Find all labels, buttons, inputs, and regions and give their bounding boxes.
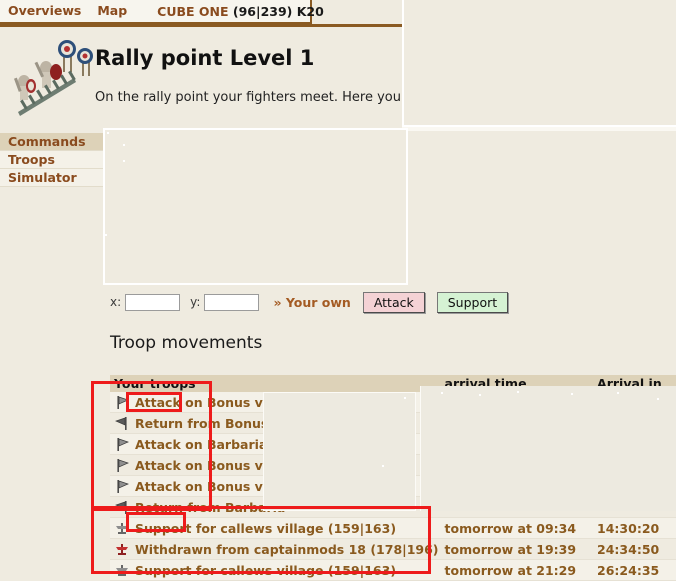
right-blank-panel-edge bbox=[402, 127, 676, 131]
target-coordinates-form: x: y: » Your own Attack Support bbox=[110, 290, 520, 314]
attack-flag-icon bbox=[114, 395, 130, 409]
arrival-time-cell: tomorrow at 21:29 bbox=[440, 559, 594, 581]
right-blank-panel bbox=[402, 0, 676, 127]
support-button[interactable]: Support bbox=[436, 291, 509, 313]
return-flag-icon bbox=[114, 500, 130, 514]
movement-label[interactable]: Withdrawn from captainmods 18 (178|196) bbox=[135, 542, 439, 557]
your-own-link[interactable]: » Your own bbox=[273, 295, 350, 310]
arrival-in-cell: 24:34:50 bbox=[593, 538, 676, 560]
current-village-label[interactable]: CUBE ONE (96|239) K20 bbox=[135, 4, 324, 19]
rally-point-troops-icon bbox=[14, 40, 93, 116]
arrival-time-cell: tomorrow at 19:39 bbox=[440, 538, 594, 560]
arrival-in-cell: 14:30:20 bbox=[593, 517, 676, 539]
attack-flag-icon bbox=[114, 458, 130, 472]
panel-fleck bbox=[107, 132, 109, 134]
panel-fleck bbox=[105, 234, 107, 236]
commands-content-panel bbox=[103, 128, 408, 285]
panel-fleck bbox=[123, 144, 125, 146]
overlay-fleck bbox=[441, 392, 443, 394]
movement-cell: Support for callews village (159|163) bbox=[110, 559, 441, 581]
sidebar-item-troops[interactable]: Troops bbox=[0, 151, 103, 169]
movement-label[interactable]: Support for callews village (159|163) bbox=[135, 521, 396, 536]
movement-cell: Withdrawn from captainmods 18 (178|196) bbox=[110, 538, 441, 560]
attack-flag-icon bbox=[114, 479, 130, 493]
overlay-fleck bbox=[657, 398, 659, 400]
y-label: y: bbox=[190, 295, 201, 309]
village-coordinates: (96|239) K20 bbox=[232, 3, 324, 19]
overlay-fleck bbox=[517, 391, 519, 393]
overlay-fleck bbox=[479, 394, 481, 396]
movement-cell: Support for callews village (159|163) bbox=[110, 517, 441, 539]
troop-movements-heading: Troop movements bbox=[110, 333, 263, 353]
withdraw-shield-icon bbox=[114, 543, 130, 556]
overlay-fleck bbox=[617, 392, 619, 394]
return-flag-icon bbox=[114, 416, 130, 430]
table-row: Support for callews village (159|163) tom… bbox=[110, 517, 676, 539]
support-shield-icon bbox=[114, 522, 130, 535]
table-row: Support for callews village (159|163) tom… bbox=[110, 559, 676, 581]
y-coordinate-input[interactable] bbox=[204, 293, 260, 311]
sidebar-item-commands[interactable]: Commands bbox=[0, 133, 103, 151]
overlay-fleck bbox=[404, 397, 406, 399]
village-name: CUBE ONE bbox=[157, 3, 229, 19]
arrival-in-cell: 26:24:35 bbox=[593, 559, 676, 581]
sidebar-item-simulator[interactable]: Simulator bbox=[0, 169, 103, 187]
page-header: Rally point Level 1 On the rally point y… bbox=[0, 30, 412, 118]
top-navigation-bar: Overviews Map CUBE ONE (96|239) K20 bbox=[0, 0, 324, 24]
blank-overlay-center bbox=[263, 392, 416, 511]
nav-overviews[interactable]: Overviews bbox=[0, 1, 89, 21]
page-title: Rally point Level 1 bbox=[95, 46, 315, 70]
table-row: Withdrawn from captainmods 18 (178|196) t… bbox=[110, 538, 676, 560]
overlay-fleck bbox=[382, 465, 384, 467]
x-coordinate-input[interactable] bbox=[125, 293, 181, 311]
x-label: x: bbox=[110, 295, 122, 309]
attack-flag-icon bbox=[114, 437, 130, 451]
sidebar: Commands Troops Simulator bbox=[0, 133, 103, 187]
overlay-fleck bbox=[571, 393, 573, 395]
blank-overlay-right bbox=[420, 386, 676, 511]
attack-button[interactable]: Attack bbox=[362, 291, 425, 313]
page-description: On the rally point your fighters meet. H… bbox=[95, 90, 413, 105]
movement-label[interactable]: Support for callews village (159|163) bbox=[135, 563, 396, 578]
nav-underline bbox=[0, 24, 404, 27]
panel-fleck bbox=[123, 160, 125, 162]
column-header-troops: Your troops bbox=[110, 375, 441, 392]
arrival-time-cell: tomorrow at 09:34 bbox=[440, 517, 594, 539]
nav-map[interactable]: Map bbox=[89, 1, 135, 21]
